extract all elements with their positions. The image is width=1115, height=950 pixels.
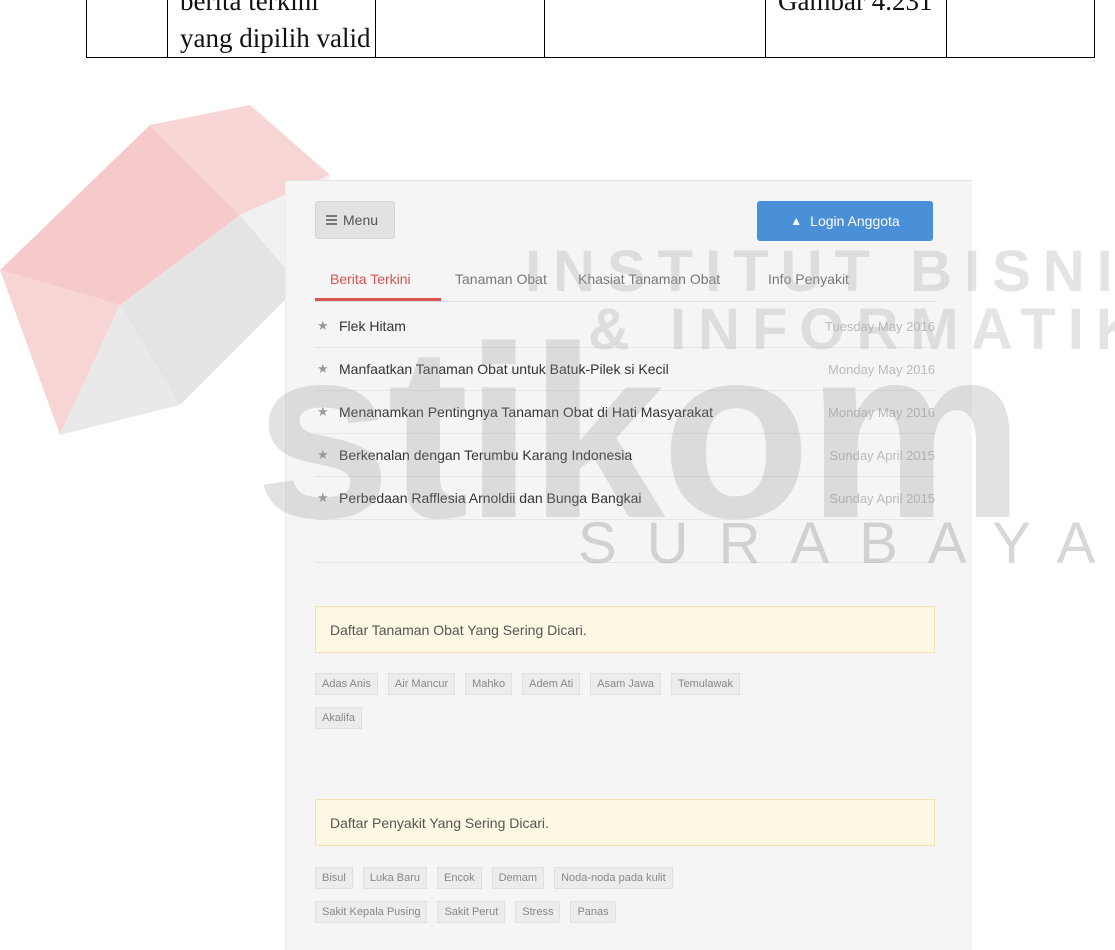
hamburger-icon <box>326 215 337 225</box>
disease-tag[interactable]: Demam <box>491 867 545 889</box>
plant-tag[interactable]: Air Mancur <box>387 673 456 695</box>
news-title[interactable]: Perbedaan Rafflesia Arnoldii dan Bunga B… <box>339 490 829 506</box>
disease-tag[interactable]: Noda-noda pada kulit <box>554 867 673 889</box>
star-icon: ★ <box>317 490 329 505</box>
user-icon: ▲ <box>790 214 803 228</box>
result-text: Gambar 4.231 <box>778 0 933 16</box>
disease-tag[interactable]: Encok <box>437 867 482 889</box>
menu-label: Menu <box>343 212 379 228</box>
login-label: Login Anggota <box>810 213 900 229</box>
news-title[interactable]: Menanamkan Pentingnya Tanaman Obat di Ha… <box>339 404 828 420</box>
news-date: Monday May 2016 <box>828 404 935 420</box>
news-item[interactable]: ★ Menanamkan Pentingnya Tanaman Obat di … <box>315 391 935 434</box>
table-cell-empty <box>544 0 766 58</box>
disease-tag[interactable]: Stress <box>515 901 561 923</box>
star-icon: ★ <box>317 447 329 462</box>
plant-tag[interactable]: Adas Anis <box>315 673 378 695</box>
star-icon: ★ <box>317 318 329 333</box>
table-cell-empty <box>375 0 545 58</box>
plant-tag[interactable]: Temulawak <box>671 673 741 695</box>
star-icon: ★ <box>317 361 329 376</box>
news-date: Tuesday May 2016 <box>824 318 935 334</box>
table-cell-empty <box>946 0 1095 58</box>
divider <box>315 520 935 563</box>
plant-tag-list: Adas Anis Air Mancur Mahko Adem Ati Asam Jaw… <box>315 673 935 741</box>
table-cell-description: berita terkini yang dipilih valid <box>167 0 376 58</box>
news-item[interactable]: ★ Perbedaan Rafflesia Arnoldii dan Bunga… <box>315 477 935 520</box>
plant-tag[interactable]: Adem Ati <box>522 673 581 695</box>
plant-tag[interactable]: Asam Jawa <box>590 673 662 695</box>
table-row: berita terkini yang dipilih valid Gambar… <box>86 0 1095 58</box>
news-item[interactable]: ★ Berkenalan dengan Terumbu Karang Indon… <box>315 434 935 477</box>
website-screenshot: Menu ▲ Login Anggota Berita Terkini Tana… <box>285 180 972 950</box>
news-date: Sunday April 2015 <box>829 490 935 506</box>
news-item[interactable]: ★ Flek Hitam Tuesday May 2016 <box>315 305 935 348</box>
tab-berita-terkini[interactable]: Berita Terkini <box>330 271 411 287</box>
plants-heading: Daftar Tanaman Obat Yang Sering Dicari. <box>315 606 935 653</box>
disease-heading: Daftar Penyakit Yang Sering Dicari. <box>315 799 935 846</box>
disease-tag[interactable]: Luka Baru <box>362 867 427 889</box>
tab-khasiat[interactable]: Khasiat Tanaman Obat <box>578 271 720 287</box>
disease-tag[interactable]: Bisul <box>315 867 353 889</box>
tab-info-penyakit[interactable]: Info Penyakit <box>768 271 849 287</box>
active-tab-underline <box>315 298 441 301</box>
disease-tag[interactable]: Sakit Perut <box>437 901 506 923</box>
news-date: Monday May 2016 <box>828 361 935 377</box>
news-title[interactable]: Manfaatkan Tanaman Obat untuk Batuk-Pile… <box>339 361 828 377</box>
news-date: Sunday April 2015 <box>829 447 935 463</box>
news-title[interactable]: Berkenalan dengan Terumbu Karang Indones… <box>339 447 829 463</box>
news-list: ★ Flek Hitam Tuesday May 2016 ★ Manfaatk… <box>315 305 935 563</box>
disease-tag[interactable]: Sakit Kepala Pusing <box>315 901 428 923</box>
table-cell-result: Gambar 4.231 <box>765 0 947 58</box>
document-table: berita terkini yang dipilih valid Gambar… <box>86 0 1095 58</box>
tab-tanaman-obat[interactable]: Tanaman Obat <box>455 271 547 287</box>
disease-tag[interactable]: Panas <box>570 901 616 923</box>
news-item[interactable]: ★ Manfaatkan Tanaman Obat untuk Batuk-Pi… <box>315 348 935 391</box>
tab-bar: Berita Terkini Tanaman Obat Khasiat Tana… <box>315 261 935 302</box>
disease-tag-list: Bisul Luka Baru Encok Demam Noda-noda pada k… <box>315 867 935 935</box>
description-text: berita terkini yang dipilih valid <box>180 0 371 53</box>
star-icon: ★ <box>317 404 329 419</box>
table-cell-number <box>86 0 168 58</box>
login-button[interactable]: ▲ Login Anggota <box>757 201 933 241</box>
news-title[interactable]: Flek Hitam <box>339 318 825 334</box>
plant-tag[interactable]: Mahko <box>465 673 513 695</box>
plant-tag[interactable]: Akalifa <box>315 707 363 729</box>
menu-button[interactable]: Menu <box>315 201 395 239</box>
